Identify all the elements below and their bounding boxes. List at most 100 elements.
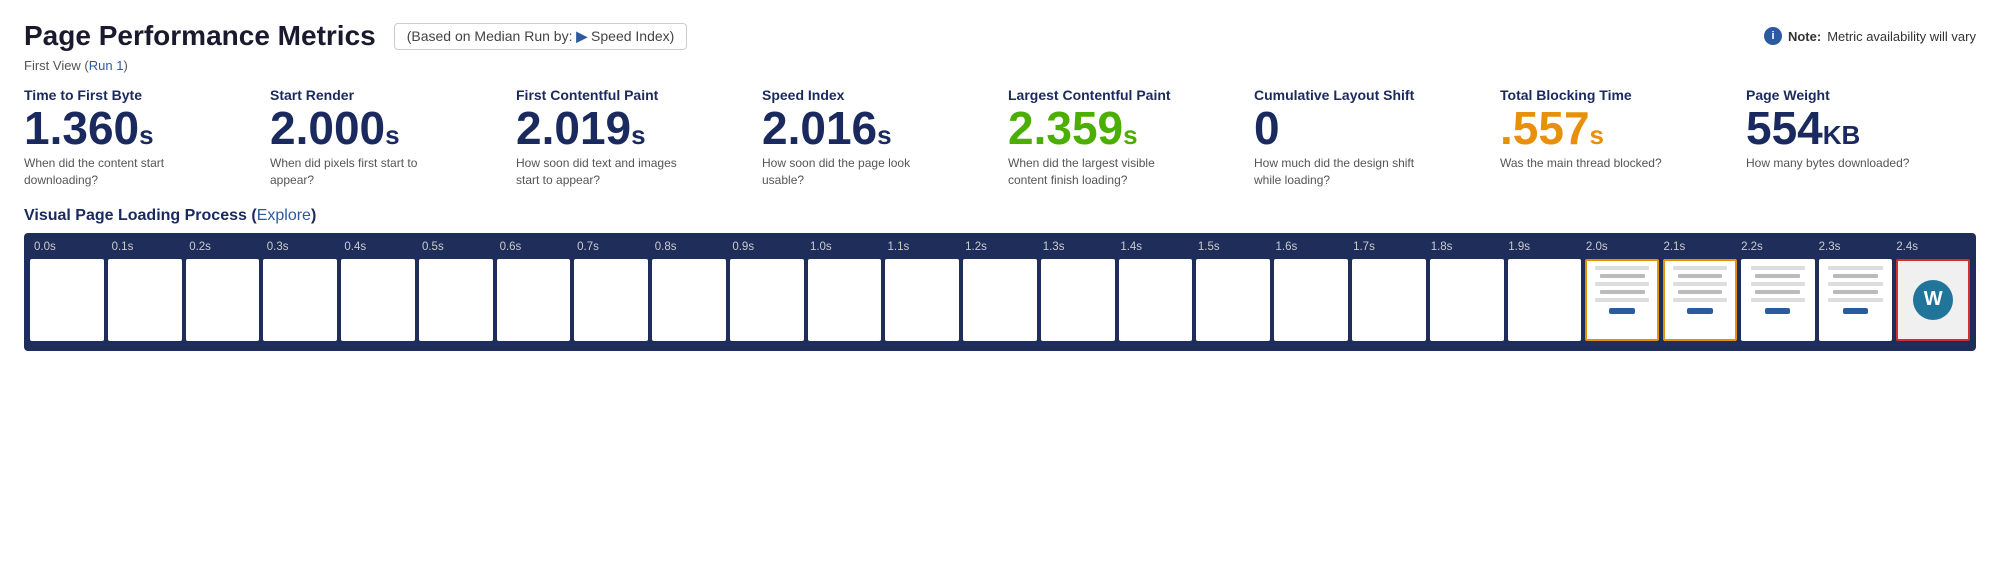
frame-15[interactable] (1196, 259, 1270, 341)
timeline-label-0: 0.0s (30, 241, 108, 253)
info-icon: i (1764, 27, 1782, 45)
frame-4[interactable] (341, 259, 415, 341)
timeline-label-15: 1.5s (1194, 241, 1272, 253)
metric-value-lcp: 2.359s (1008, 105, 1238, 151)
frame-14[interactable] (1119, 259, 1193, 341)
frame-3[interactable] (263, 259, 337, 341)
play-icon: ▶ (576, 28, 587, 44)
metric-item-ttfb: Time to First Byte1.360sWhen did the con… (24, 87, 270, 189)
frame-0[interactable] (30, 259, 104, 341)
timeline-label-1: 0.1s (108, 241, 186, 253)
first-view-row: First View (Run 1) (24, 58, 1976, 73)
frame-7[interactable] (574, 259, 648, 341)
timeline-label-18: 1.8s (1427, 241, 1505, 253)
frame-13[interactable] (1041, 259, 1115, 341)
timeline-frames: W (30, 259, 1970, 341)
vpl-title: Visual Page Loading Process (24, 207, 247, 224)
frame-24[interactable]: W (1896, 259, 1970, 341)
metric-desc-fcp: How soon did text and images start to ap… (516, 155, 696, 189)
metric-value-page-weight: 554KB (1746, 105, 1976, 151)
timeline-label-3: 0.3s (263, 241, 341, 253)
frame-8[interactable] (652, 259, 726, 341)
frame-1[interactable] (108, 259, 182, 341)
metric-item-speed-index: Speed Index 2.016s How soon did the page l… (762, 87, 1008, 189)
frame-20[interactable] (1585, 259, 1659, 341)
metric-label-page-weight: Page Weight (1746, 87, 1976, 103)
frame-16[interactable] (1274, 259, 1348, 341)
timeline-label-9: 0.9s (728, 241, 806, 253)
frame-21[interactable] (1663, 259, 1737, 341)
frame-6[interactable] (497, 259, 571, 341)
median-label: (Based on Median Run by: (407, 28, 573, 44)
header-left: Page Performance Metrics (Based on Media… (24, 20, 687, 52)
timeline-label-21: 2.1s (1659, 241, 1737, 253)
metric-desc-page-weight: How many bytes downloaded? (1746, 155, 1926, 172)
frame-22[interactable] (1741, 259, 1815, 341)
metric-desc-start-render: When did pixels first start to appear? (270, 155, 450, 189)
timeline-label-14: 1.4s (1116, 241, 1194, 253)
frame-11[interactable] (885, 259, 959, 341)
explore-link[interactable]: Explore (257, 207, 311, 224)
timeline-label-7: 0.7s (573, 241, 651, 253)
metric-value-speed-index: 2.016s (762, 105, 992, 151)
first-view-suffix: ) (123, 58, 127, 73)
frame-23[interactable] (1819, 259, 1893, 341)
timeline-label-22: 2.2s (1737, 241, 1815, 253)
metric-item-tbt: Total Blocking Time .557s Was the main thr… (1500, 87, 1746, 189)
frame-18[interactable] (1430, 259, 1504, 341)
metric-desc-tbt: Was the main thread blocked? (1500, 155, 1680, 172)
timeline-label-13: 1.3s (1039, 241, 1117, 253)
note-label: Note: (1788, 29, 1821, 44)
metric-value-cls: 0 (1254, 105, 1484, 151)
frame-2[interactable] (186, 259, 260, 341)
timeline-labels: 0.0s0.1s0.2s0.3s0.4s0.5s0.6s0.7s0.8s0.9s… (30, 241, 1970, 253)
median-metric: Speed Index) (591, 28, 674, 44)
metric-desc-cls: How much did the design shift while load… (1254, 155, 1434, 189)
frame-12[interactable] (963, 259, 1037, 341)
metric-item-fcp: First Contentful Paint 2.019s How soon did… (516, 87, 762, 189)
metric-item-lcp: Largest Contentful Paint 2.359s When did t… (1008, 87, 1254, 189)
first-view-prefix: First View ( (24, 58, 89, 73)
timeline-label-2: 0.2s (185, 241, 263, 253)
timeline-label-17: 1.7s (1349, 241, 1427, 253)
vpl-header: Visual Page Loading Process (Explore) (24, 207, 1976, 225)
metric-label-lcp: Largest Contentful Paint (1008, 87, 1238, 103)
metric-value-start-render: 2.000s (270, 105, 500, 151)
timeline-label-6: 0.6s (496, 241, 574, 253)
frame-9[interactable] (730, 259, 804, 341)
metric-item-cls: Cumulative Layout Shift 0 How much did the… (1254, 87, 1500, 189)
metric-item-page-weight: Page Weight 554KB How many bytes downloade… (1746, 87, 1976, 189)
page-wrapper: Page Performance Metrics (Based on Media… (0, 0, 2000, 351)
timeline-label-10: 1.0s (806, 241, 884, 253)
metric-desc-speed-index: How soon did the page look usable? (762, 155, 942, 189)
frame-19[interactable] (1508, 259, 1582, 341)
timeline-label-23: 2.3s (1815, 241, 1893, 253)
frame-10[interactable] (808, 259, 882, 341)
timeline-label-12: 1.2s (961, 241, 1039, 253)
metric-label-speed-index: Speed Index (762, 87, 992, 103)
metric-value-fcp: 2.019s (516, 105, 746, 151)
note-area: i Note: Metric availability will vary (1764, 27, 1976, 45)
timeline-label-16: 1.6s (1272, 241, 1350, 253)
metric-desc-lcp: When did the largest visible content fin… (1008, 155, 1188, 189)
metric-label-cls: Cumulative Layout Shift (1254, 87, 1484, 103)
metric-value-ttfb: 1.360s (24, 105, 254, 151)
metrics-grid: Time to First Byte1.360sWhen did the con… (24, 87, 1976, 189)
timeline-label-20: 2.0s (1582, 241, 1660, 253)
timeline-label-19: 1.9s (1504, 241, 1582, 253)
metric-value-tbt: .557s (1500, 105, 1730, 151)
timeline-label-4: 0.4s (340, 241, 418, 253)
metric-label-ttfb: Time to First Byte (24, 87, 254, 103)
page-title: Page Performance Metrics (24, 20, 376, 52)
note-text: Metric availability will vary (1827, 29, 1976, 44)
metric-label-fcp: First Contentful Paint (516, 87, 746, 103)
metric-label-tbt: Total Blocking Time (1500, 87, 1730, 103)
vpl-section: Visual Page Loading Process (Explore) 0.… (24, 207, 1976, 351)
frame-5[interactable] (419, 259, 493, 341)
timeline-label-11: 1.1s (884, 241, 962, 253)
timeline-label-24: 2.4s (1892, 241, 1970, 253)
run-1-link[interactable]: Run 1 (89, 58, 124, 73)
timeline-label-5: 0.5s (418, 241, 496, 253)
frame-17[interactable] (1352, 259, 1426, 341)
metric-item-start-render: Start Render2.000sWhen did pixels first … (270, 87, 516, 189)
